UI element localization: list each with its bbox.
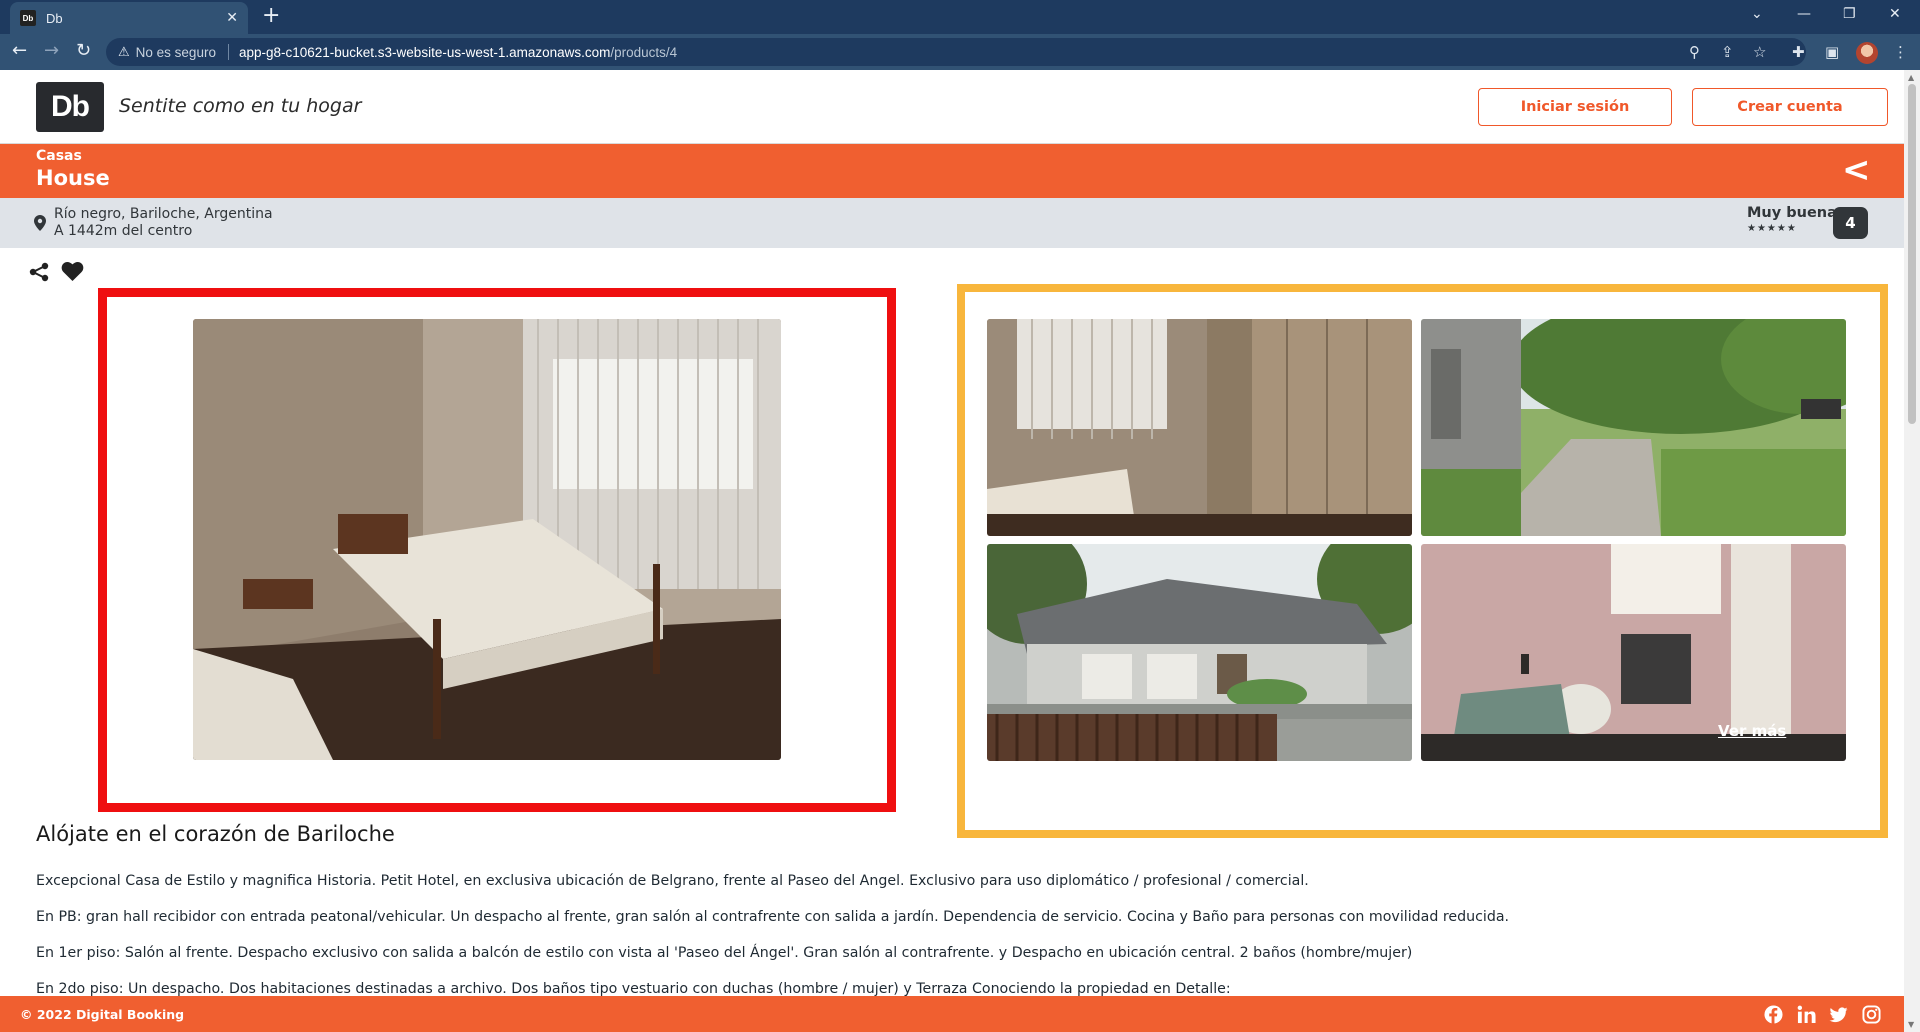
location-pin-icon xyxy=(34,215,46,231)
instagram-icon[interactable] xyxy=(1862,1005,1881,1024)
main-photo-bedroom[interactable] xyxy=(193,319,781,760)
profile-avatar[interactable] xyxy=(1856,42,1878,64)
site-footer: © 2022 Digital Booking xyxy=(0,996,1904,1032)
share-page-icon[interactable]: ⇪ xyxy=(1721,43,1734,61)
heart-icon[interactable] xyxy=(61,261,84,282)
extensions-icon[interactable]: ✚ xyxy=(1792,43,1805,61)
scroll-down-icon[interactable]: ▼ xyxy=(1908,1020,1914,1029)
description-paragraph: En PB: gran hall recibidor con entrada p… xyxy=(36,909,1510,925)
site-slogan: Sentite como en tu hogar xyxy=(119,95,362,117)
rating-label: Muy buena xyxy=(1747,205,1837,221)
rating-stars: ★★★★★ xyxy=(1747,223,1797,234)
url-host: app-g8-c10621-bucket.s3-website-us-west-… xyxy=(238,44,611,60)
close-window-icon[interactable]: ✕ xyxy=(1889,6,1901,22)
linkedin-icon[interactable] xyxy=(1797,1005,1816,1024)
gallery-photo-3[interactable] xyxy=(987,544,1412,761)
bookmark-star-icon[interactable]: ☆ xyxy=(1753,43,1766,61)
twitter-icon[interactable] xyxy=(1829,1005,1848,1024)
reload-icon[interactable]: ↻ xyxy=(76,41,91,61)
site-header: Db Sentite como en tu hogar Iniciar sesi… xyxy=(0,70,1904,144)
rating-score-badge: 4 xyxy=(1833,207,1868,239)
zoom-icon[interactable]: ⚲ xyxy=(1689,43,1700,61)
facebook-icon[interactable] xyxy=(1764,1005,1783,1024)
tab-title: Db xyxy=(46,10,63,26)
see-more-link[interactable]: Ver más xyxy=(1718,722,1786,740)
minimize-icon[interactable]: — xyxy=(1797,6,1811,22)
product-title-bar: Casas House < xyxy=(0,144,1904,198)
tab-search-icon[interactable]: ⌄ xyxy=(1751,6,1763,22)
location-address: Río negro, Bariloche, Argentina xyxy=(54,206,273,222)
side-panel-icon[interactable]: ▣ xyxy=(1825,43,1839,61)
gallery-photo-2[interactable] xyxy=(1421,319,1846,536)
scrollbar-thumb[interactable] xyxy=(1908,84,1916,424)
browser-tab-strip: Db Db ✕ + ⌄ — ❐ ✕ xyxy=(0,0,1920,34)
location-distance: A 1442m del centro xyxy=(54,223,193,239)
description-paragraph: En 2do piso: Un despacho. Dos habitacion… xyxy=(36,981,1231,997)
tab-favicon: Db xyxy=(20,10,36,26)
product-category: Casas xyxy=(36,148,82,164)
share-icon[interactable] xyxy=(28,262,50,282)
new-tab-button[interactable]: + xyxy=(262,5,280,27)
page-scrollbar[interactable]: ▲ ▼ xyxy=(1904,70,1920,1032)
description-paragraph: Excepcional Casa de Estilo y magnifica H… xyxy=(36,873,1309,889)
location-bar: Río negro, Bariloche, Argentina A 1442m … xyxy=(0,198,1904,248)
scroll-up-icon[interactable]: ▲ xyxy=(1908,73,1914,82)
product-name: House xyxy=(36,166,110,190)
gallery-photo-1[interactable] xyxy=(987,319,1412,536)
back-icon[interactable]: ← xyxy=(12,41,27,61)
browser-tab[interactable]: Db Db ✕ xyxy=(10,2,248,34)
address-bar[interactable]: ⚠ No es seguro app-g8-c10621-bucket.s3-w… xyxy=(106,38,1806,66)
description-paragraph: En 1er piso: Salón al frente. Despacho e… xyxy=(36,945,1413,961)
login-button[interactable]: Iniciar sesión xyxy=(1478,88,1672,126)
signup-button[interactable]: Crear cuenta xyxy=(1692,88,1888,126)
address-divider xyxy=(227,44,229,60)
back-chevron-icon[interactable]: < xyxy=(1842,152,1871,188)
browser-menu-icon[interactable]: ⋮ xyxy=(1893,43,1908,61)
url-path: /products/4 xyxy=(610,44,678,60)
copyright-text: © 2022 Digital Booking xyxy=(20,1007,185,1022)
forward-icon[interactable]: → xyxy=(44,41,59,61)
tab-close-icon[interactable]: ✕ xyxy=(226,10,238,26)
security-label: No es seguro xyxy=(135,44,216,60)
browser-toolbar: ← → ↻ ⚠ No es seguro app-g8-c10621-bucke… xyxy=(0,34,1920,70)
description-title: Alójate en el corazón de Bariloche xyxy=(36,822,395,846)
restore-icon[interactable]: ❐ xyxy=(1843,6,1856,22)
warning-icon: ⚠ xyxy=(118,44,130,59)
site-logo[interactable]: Db xyxy=(36,82,104,132)
